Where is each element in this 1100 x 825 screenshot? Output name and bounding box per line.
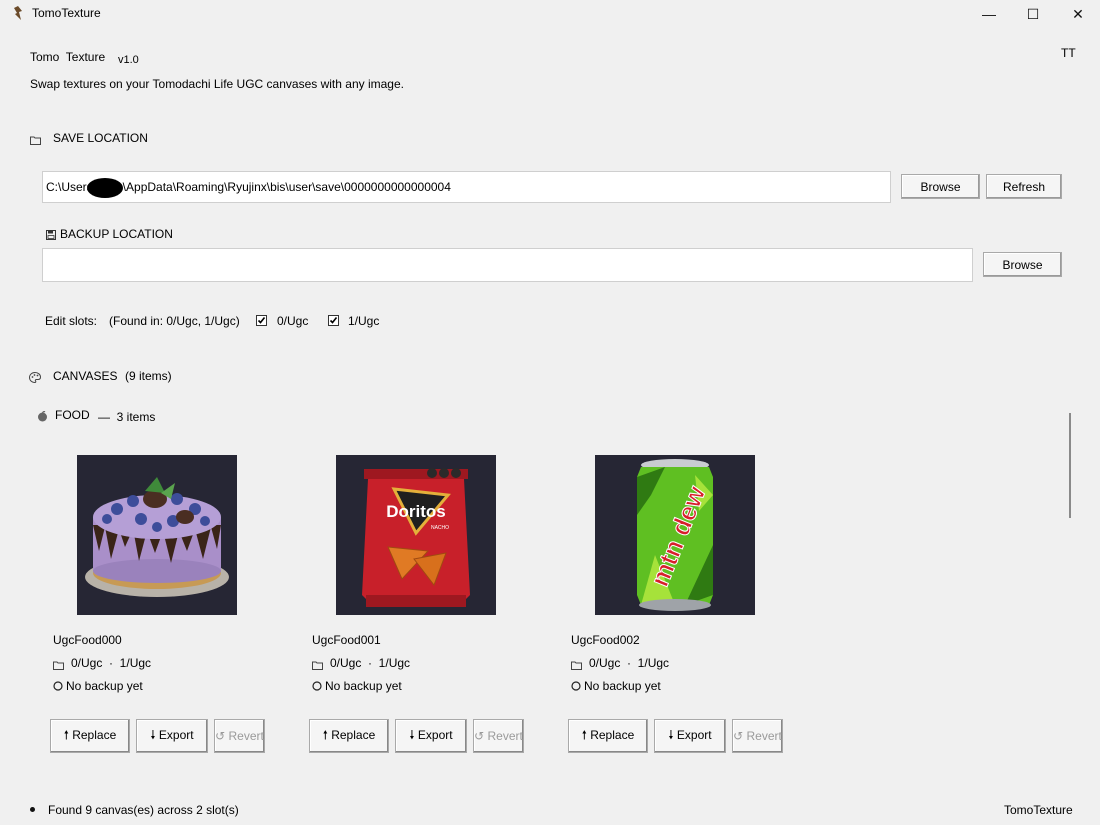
canvas-slots: 0/Ugc · 1/Ugc (330, 656, 411, 670)
replace-button[interactable]: 🠕 Replace (568, 719, 648, 753)
window-titlebar: TomoTexture — ☐ ✕ (0, 0, 1100, 28)
scrollbar-thumb[interactable] (1069, 413, 1071, 518)
doritos-bag-image: Doritos NACHO (336, 455, 496, 615)
revert-button[interactable]: ↺ Revert (214, 719, 265, 753)
slots-found-text: (Found in: 0/Ugc, 1/Ugc) (109, 314, 240, 328)
food-category-label: FOOD (55, 408, 90, 422)
slot-0-checkbox[interactable] (256, 315, 267, 326)
backup-status: No backup yet (66, 679, 143, 693)
minimize-button[interactable]: — (966, 0, 1012, 28)
food-icon (37, 411, 48, 425)
backup-status-icon (53, 680, 63, 694)
app-subtitle: Swap textures on your Tomodachi Life UGC… (30, 77, 404, 91)
folder-icon (30, 134, 41, 148)
save-path-field[interactable]: C:\Users\ \AppData\Roaming\Ryujinx\bis\u… (42, 171, 891, 203)
doritos-logo-text: Doritos (386, 502, 446, 521)
slot-1-checkbox[interactable] (328, 315, 339, 326)
canvas-name: UgcFood000 (53, 633, 122, 647)
app-name: Tomo Texture (30, 50, 106, 64)
folder-icon (571, 659, 582, 673)
backup-status: No backup yet (325, 679, 402, 693)
save-browse-button[interactable]: Browse (901, 174, 980, 199)
backup-browse-button[interactable]: Browse (983, 252, 1062, 277)
folder-icon (53, 659, 64, 673)
backup-path-field[interactable] (42, 248, 973, 282)
backup-status-icon (571, 680, 581, 694)
slot-0-label: 0/Ugc (277, 314, 309, 328)
status-message: Found 9 canvas(es) across 2 slot(s) (48, 803, 239, 817)
edit-slots-label: Edit slots: (45, 314, 98, 328)
revert-button[interactable]: ↺ Revert (732, 719, 783, 753)
status-dot-icon (30, 807, 35, 812)
redaction-mark (87, 178, 123, 198)
export-button[interactable]: 🠗 Export (654, 719, 726, 753)
canvas-name: UgcFood002 (571, 633, 640, 647)
backup-status: No backup yet (584, 679, 661, 693)
app-logo-icon (12, 6, 24, 20)
corner-label: TT (1061, 46, 1076, 60)
maximize-button[interactable]: ☐ (1010, 0, 1056, 28)
save-location-heading: SAVE LOCATION (53, 131, 148, 145)
replace-button[interactable]: 🠕 Replace (309, 719, 389, 753)
mtn-dew-can-image: mtn dew (595, 455, 755, 615)
export-button[interactable]: 🠗 Export (395, 719, 467, 753)
backup-status-icon (312, 680, 322, 694)
floppy-disk-icon (46, 229, 56, 243)
canvas-thumbnail-ugcfood001: Doritos NACHO (336, 455, 496, 615)
canvas-slots: 0/Ugc · 1/Ugc (71, 656, 152, 670)
palette-icon (28, 371, 42, 386)
close-button[interactable]: ✕ (1055, 0, 1100, 28)
status-app-label: TomoTexture (1004, 803, 1073, 817)
revert-button[interactable]: ↺ Revert (473, 719, 524, 753)
window-title: TomoTexture (32, 6, 101, 20)
blueberry-cake-image (77, 455, 237, 615)
canvases-heading: CANVASES (53, 369, 118, 383)
canvases-count: (9 items) (125, 369, 172, 383)
doritos-flavor-text: NACHO (431, 525, 449, 531)
slot-1-label: 1/Ugc (348, 314, 380, 328)
app-version: v1.0 (118, 54, 139, 66)
canvas-thumbnail-ugcfood002: mtn dew (595, 455, 755, 615)
folder-icon (312, 659, 323, 673)
food-category-count: — 3 items (98, 410, 156, 424)
refresh-button[interactable]: Refresh (986, 174, 1062, 199)
canvas-slots: 0/Ugc · 1/Ugc (589, 656, 670, 670)
canvas-name: UgcFood001 (312, 633, 381, 647)
replace-button[interactable]: 🠕 Replace (50, 719, 130, 753)
canvas-thumbnail-ugcfood000 (77, 455, 237, 615)
backup-location-heading: BACKUP LOCATION (60, 227, 173, 241)
export-button[interactable]: 🠗 Export (136, 719, 208, 753)
status-bar: Found 9 canvas(es) across 2 slot(s) Tomo… (0, 797, 1100, 825)
